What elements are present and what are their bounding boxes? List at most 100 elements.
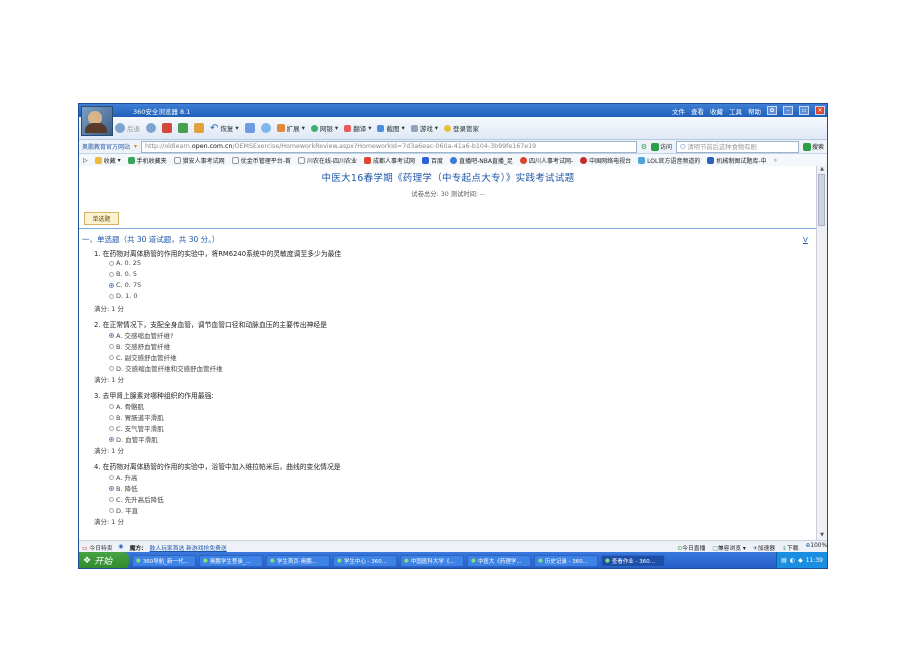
netbank-button[interactable]: 网银 ▾ xyxy=(310,123,338,133)
back-arrow-icon xyxy=(115,123,125,133)
tab-single-choice[interactable]: 单选题 xyxy=(84,212,119,225)
live-item[interactable]: ⊙今日直播 xyxy=(677,543,705,552)
clock[interactable]: 11:39 xyxy=(806,557,823,564)
toggle-link[interactable]: V xyxy=(803,236,808,244)
menu-view[interactable]: 查看 xyxy=(691,106,704,116)
shield-icon[interactable]: ◆ xyxy=(798,557,803,564)
extend-button[interactable]: 扩展 ▾ xyxy=(276,123,305,133)
fav-item[interactable]: 手机收藏夹 xyxy=(127,156,167,165)
security-icon[interactable]: ⚙ xyxy=(641,143,647,151)
answer-option[interactable]: A. 骨骼肌 xyxy=(109,401,144,411)
answer-option[interactable]: A. 交感缩血管纤维? xyxy=(109,330,173,340)
scroll-thumb[interactable] xyxy=(818,174,825,226)
answer-option[interactable]: B. 0. 5 xyxy=(109,270,137,278)
browser-window: 360安全浏览器 8.1 文件 查看 收藏 工具 帮助 ✿ – ▫ ✕ 后退 ↶… xyxy=(78,103,828,569)
menu-help[interactable]: 帮助 xyxy=(748,106,761,116)
fav-item[interactable]: 优金币管理平台-首 xyxy=(231,156,291,165)
taskbar-item[interactable]: ● 历史记录 - 360... xyxy=(534,554,598,567)
browser-icon: ● xyxy=(538,557,543,564)
answer-option[interactable]: D. 血管平滑肌 xyxy=(109,434,158,444)
answer-option[interactable]: B. 交感舒血管纤维 xyxy=(109,341,170,351)
fav-item[interactable]: 直播吧-NBA直播_足 xyxy=(450,156,513,165)
scroll-up-icon[interactable]: ▲ xyxy=(817,166,827,174)
menu-favorites[interactable]: 收藏 xyxy=(710,106,723,116)
radio-selected-icon xyxy=(109,282,114,288)
vertical-scrollbar[interactable]: ▲ ▼ xyxy=(816,166,827,540)
answer-option[interactable]: D. 平直 xyxy=(109,505,138,515)
scroll-down-icon[interactable]: ▼ xyxy=(817,532,827,540)
taskbar-item[interactable]: ● 中医大《药理学... xyxy=(467,554,531,567)
forward-button[interactable] xyxy=(146,123,156,133)
undo-close-button[interactable]: ↶ 恢复 ▾ xyxy=(210,123,239,134)
taskbar-item[interactable]: ● 中国医科大学《... xyxy=(400,554,464,567)
zoom-item[interactable]: ⊕100% xyxy=(806,543,827,552)
answer-option[interactable]: A. 升高 xyxy=(109,472,137,482)
fav-item[interactable]: LOL官方语音频道的 xyxy=(638,156,700,165)
refresh-button[interactable] xyxy=(178,123,188,133)
tip-link[interactable]: 鼓人玩家首选 新游戏抢免费送 xyxy=(150,543,227,552)
fav-item[interactable]: 百度 xyxy=(422,156,443,165)
question-score: 满分: 1 分 xyxy=(94,518,124,526)
site-dropdown-icon[interactable]: ▾ xyxy=(134,143,137,150)
question-text: 1. 在药物对离体肠管的作用的实验中，将RM6240系统中的灵敏度调至多少为最佳 xyxy=(94,250,342,258)
url-input[interactable]: http://oldlearn. open.com.cn/OEMSExercise… xyxy=(141,140,637,153)
page-content: 中医大16春学期《药理学（中专起点大专）》实践考试试题 试卷总分: 30 测试时… xyxy=(79,166,817,540)
close-button[interactable]: ✕ xyxy=(815,106,825,115)
answer-option[interactable]: B. 降低 xyxy=(109,483,138,493)
fav-item[interactable]: 四川人事考试网- xyxy=(519,156,573,165)
home-button[interactable] xyxy=(194,123,204,133)
fav-item[interactable]: 猎安人事考试网 xyxy=(173,156,225,165)
go-arrow-icon xyxy=(650,142,659,151)
answer-option[interactable]: C. 先升高后降低 xyxy=(109,494,164,504)
menu-tools[interactable]: 工具 xyxy=(729,106,742,116)
taskbar-item[interactable]: ● 奥鹏学生登录_... xyxy=(199,554,263,567)
sidebar-toggle-icon[interactable]: ▷ xyxy=(83,157,88,164)
skin-icon[interactable]: ✿ xyxy=(767,106,777,115)
back-button[interactable]: 后退 xyxy=(115,123,140,133)
search-button[interactable]: 搜索 xyxy=(802,142,824,151)
save-button[interactable] xyxy=(244,123,255,133)
radio-icon xyxy=(109,496,114,502)
tip-label: 魔方: xyxy=(129,545,144,552)
accelerator-item[interactable]: ✈加速器 xyxy=(753,543,775,552)
login-manager-button[interactable]: 登录管家 xyxy=(443,123,479,133)
network-icon[interactable]: ▤ xyxy=(781,557,787,564)
answer-option[interactable]: A. 0. 25 xyxy=(109,259,141,267)
start-button[interactable]: ❖ 开始 xyxy=(79,552,129,568)
question-text: 4. 在药物对离体肠管的作用的实验中，浴管中加入维拉帕米后，曲线的变化情况是 xyxy=(94,463,341,471)
fav-item[interactable]: 收藏 ▾ xyxy=(94,156,121,165)
daily-sale-item[interactable]: ▭ 今日特卖 xyxy=(82,543,113,552)
answer-option[interactable]: C. 副交感舒血管纤维 xyxy=(109,352,177,362)
answer-option[interactable]: C. 0. 75 xyxy=(109,281,141,289)
fav-item[interactable]: 成都人事考试网 xyxy=(364,156,415,165)
game-button[interactable]: 游戏 ▾ xyxy=(410,123,438,133)
taskbar-item-active[interactable]: ● 查看作业 - 360... xyxy=(601,554,665,567)
fav-item[interactable]: 川农在线-四川农业 xyxy=(297,156,357,165)
compat-mode-item[interactable]: ▢兼容浏览 ▾ xyxy=(712,543,745,552)
search-input[interactable]: ○ 清明节前后这种食物有剧 xyxy=(675,140,799,153)
menu-file[interactable]: 文件 xyxy=(672,106,685,116)
taskbar-item[interactable]: ● 360导航_新一代... xyxy=(132,554,196,567)
cloud-button[interactable] xyxy=(260,123,271,133)
maximize-button[interactable]: ▫ xyxy=(799,106,809,115)
taskbar-item[interactable]: ● 学生首页-奥鹏... xyxy=(266,554,330,567)
answer-option[interactable]: D. 交感缩血管纤维和交感舒血管纤维 xyxy=(109,363,223,373)
fav-item[interactable]: 中国网络电视台 xyxy=(580,156,631,165)
translate-button[interactable]: 翻译 ▾ xyxy=(344,123,371,133)
fav-item[interactable]: 机械制图试题库-中 xyxy=(707,156,767,165)
home-icon xyxy=(194,123,204,133)
go-button[interactable]: 访问 xyxy=(650,142,672,151)
section-heading: 一、单选题（共 30 道试题，共 30 分。） xyxy=(82,235,220,244)
answer-option[interactable]: C. 支气管平滑肌 xyxy=(109,423,164,433)
more-favorites-icon[interactable]: » xyxy=(774,157,778,164)
screenshot-button[interactable]: 截图 ▾ xyxy=(377,123,405,133)
stop-button[interactable] xyxy=(162,123,172,133)
taskbar-item[interactable]: ● 学生中心 - 360... xyxy=(333,554,397,567)
site-label[interactable]: 奥鹏教育官方网站 xyxy=(82,142,130,151)
title-bar: 360安全浏览器 8.1 文件 查看 收藏 工具 帮助 ✿ – ▫ ✕ xyxy=(79,104,827,117)
download-item[interactable]: ⇓下载 xyxy=(782,543,798,552)
answer-option[interactable]: D. 1. 0 xyxy=(109,292,138,300)
minimize-button[interactable]: – xyxy=(783,106,793,115)
answer-option[interactable]: B. 胃肠道平滑肌 xyxy=(109,412,164,422)
volume-icon[interactable]: ◐ xyxy=(790,557,795,564)
